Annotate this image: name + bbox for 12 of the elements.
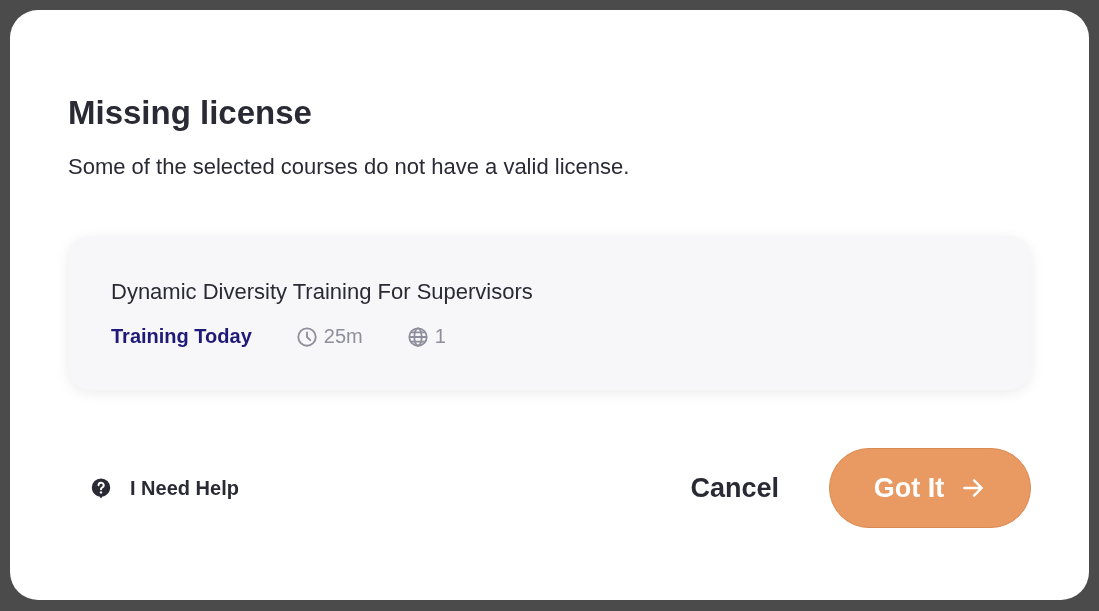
course-title: Dynamic Diversity Training For Supervisors	[111, 279, 534, 305]
help-link[interactable]: I Need Help	[90, 476, 239, 500]
dialog-title: Missing license	[68, 94, 313, 132]
help-label: I Need Help	[130, 476, 239, 500]
dialog-message: Some of the selected courses do not have a valid license.	[68, 154, 631, 180]
question-icon	[90, 477, 112, 499]
globe-icon	[406, 325, 429, 348]
language-count: 1	[434, 325, 446, 348]
course-duration: 25m	[323, 325, 363, 348]
cancel-button[interactable]: Cancel	[690, 464, 779, 512]
clock-icon	[295, 325, 318, 348]
course-provider: Training Today	[111, 325, 252, 348]
